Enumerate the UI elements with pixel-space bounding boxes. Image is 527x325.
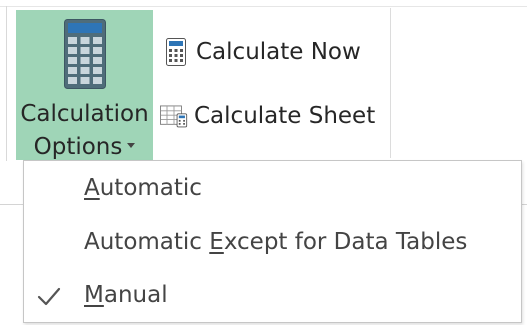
menu-item-manual[interactable]: Manual bbox=[24, 274, 521, 322]
dropdown-caret-icon bbox=[127, 143, 136, 148]
menu-item-automatic-except-data-tables[interactable]: Automatic Except for Data Tables bbox=[24, 221, 521, 269]
ribbon-top-border bbox=[0, 6, 527, 7]
menu-item-automatic-except-pre: Automatic bbox=[84, 229, 210, 255]
calculation-options-label-line1: Calculation bbox=[20, 101, 149, 127]
calculate-now-button[interactable]: Calculate Now bbox=[162, 33, 361, 71]
calculate-sheet-button[interactable]: Calculate Sheet bbox=[160, 97, 375, 135]
sheet-calculator-icon bbox=[160, 101, 188, 131]
menu-item-manual-label: Manual bbox=[84, 282, 168, 308]
ribbon-group-divider bbox=[390, 8, 391, 158]
calculation-options-menu: Automatic Automatic Except for Data Tabl… bbox=[23, 160, 522, 323]
ribbon-left-divider bbox=[6, 6, 7, 161]
calculation-options-label-text: Options bbox=[33, 134, 123, 160]
menu-item-automatic-except-post: xcept for Data Tables bbox=[223, 229, 468, 255]
menu-item-manual-mnemonic: M bbox=[84, 282, 104, 308]
calculate-sheet-label: Calculate Sheet bbox=[194, 103, 376, 129]
calculator-large-icon bbox=[64, 19, 106, 89]
calculate-now-label: Calculate Now bbox=[196, 39, 361, 65]
checkmark-icon bbox=[37, 287, 61, 306]
menu-item-automatic-post: utomatic bbox=[99, 175, 202, 201]
menu-item-automatic-label: Automatic bbox=[84, 175, 202, 201]
calculation-options-label: Calculation Options bbox=[16, 98, 153, 164]
menu-item-automatic-except-mnemonic: E bbox=[209, 229, 224, 255]
menu-item-automatic-except-label: Automatic Except for Data Tables bbox=[84, 229, 467, 255]
menu-item-automatic-mnemonic: A bbox=[84, 175, 100, 201]
menu-item-manual-post: anual bbox=[103, 282, 168, 308]
calculator-icon bbox=[162, 37, 190, 67]
calculation-options-button[interactable]: Calculation Options bbox=[16, 10, 153, 160]
menu-item-automatic[interactable]: Automatic bbox=[24, 167, 521, 215]
